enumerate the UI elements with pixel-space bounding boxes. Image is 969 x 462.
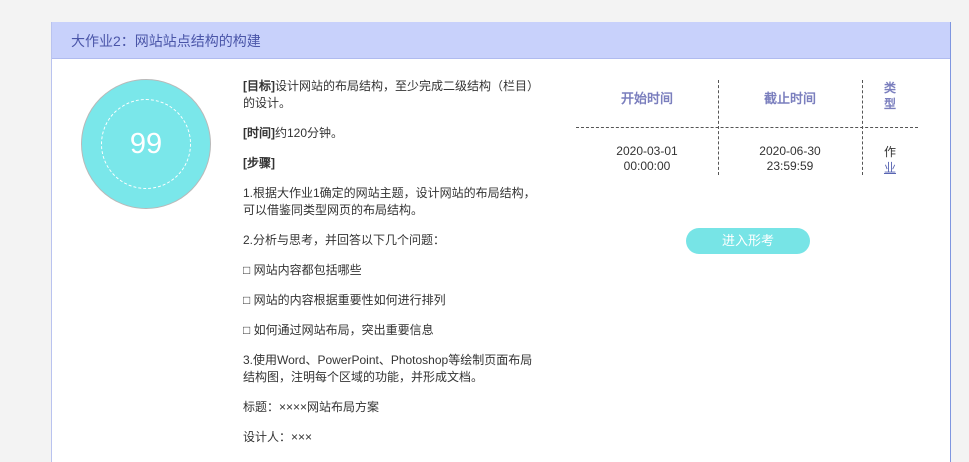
question-1: □ 网站内容都包括哪些	[243, 263, 362, 277]
type-value[interactable]: 作 业	[882, 144, 898, 176]
end-time-value: 2020-06-30 23:59:59	[718, 144, 862, 174]
end-time-header: 截止时间	[763, 91, 816, 106]
question-2: □ 网站的内容根据重要性如何进行排列	[243, 293, 446, 307]
time-paragraph: [时间]约120分钟。	[243, 125, 543, 142]
assignment-description: [目标]设计网站的布局结构，至少完成二级结构（栏目）的设计。 [时间]约120分…	[243, 78, 543, 459]
header-divider	[576, 127, 918, 128]
assignment-panel: 大作业2：网站站点结构的构建 99 [目标]设计网站的布局结构，至少完成二级结构…	[51, 22, 951, 462]
score-value: 99	[129, 128, 163, 160]
designer-line: 设计人：×××	[243, 430, 313, 444]
step-2: 2.分析与思考，并回答以下几个问题：	[243, 233, 446, 247]
step-3: 3.使用Word、PowerPoint、Photoshop等绘制页面布局结构图，…	[243, 353, 533, 384]
start-time-value: 2020-03-01 00:00:00	[576, 144, 718, 174]
goal-text: 设计网站的布局结构，至少完成二级结构（栏目）的设计。	[243, 79, 540, 110]
end-date: 2020-06-30	[759, 144, 821, 158]
enter-assessment-button[interactable]: 进入形考	[686, 228, 810, 254]
doc-title-line: 标题：××××网站布局方案	[243, 400, 380, 414]
assignment-title: 大作业2：网站站点结构的构建	[71, 33, 261, 49]
time-label: [时间]	[243, 126, 275, 140]
end-clock: 23:59:59	[766, 159, 814, 173]
panel-header: 大作业2：网站站点结构的构建	[52, 22, 950, 59]
goal-paragraph: [目标]设计网站的布局结构，至少完成二级结构（栏目）的设计。	[243, 78, 543, 112]
steps-paragraph: [步骤]	[243, 155, 543, 172]
type-value-line-1: 作	[883, 145, 896, 159]
start-time-header: 开始时间	[620, 91, 673, 106]
time-text: 约120分钟。	[275, 126, 344, 140]
question-3: □ 如何通过网站布局，突出重要信息	[243, 323, 434, 337]
type-value-line-2[interactable]: 业	[882, 160, 898, 176]
start-date: 2020-03-01	[616, 144, 678, 158]
step-1: 1.根据大作业1确定的网站主题，设计网站的布局结构，可以借鉴同类型网页的布局结构…	[243, 186, 536, 217]
type-header: 类型	[883, 81, 896, 111]
score-circle: 99	[81, 79, 211, 209]
steps-label: [步骤]	[243, 156, 275, 170]
start-clock: 00:00:00	[623, 159, 671, 173]
goal-label: [目标]	[243, 79, 275, 93]
